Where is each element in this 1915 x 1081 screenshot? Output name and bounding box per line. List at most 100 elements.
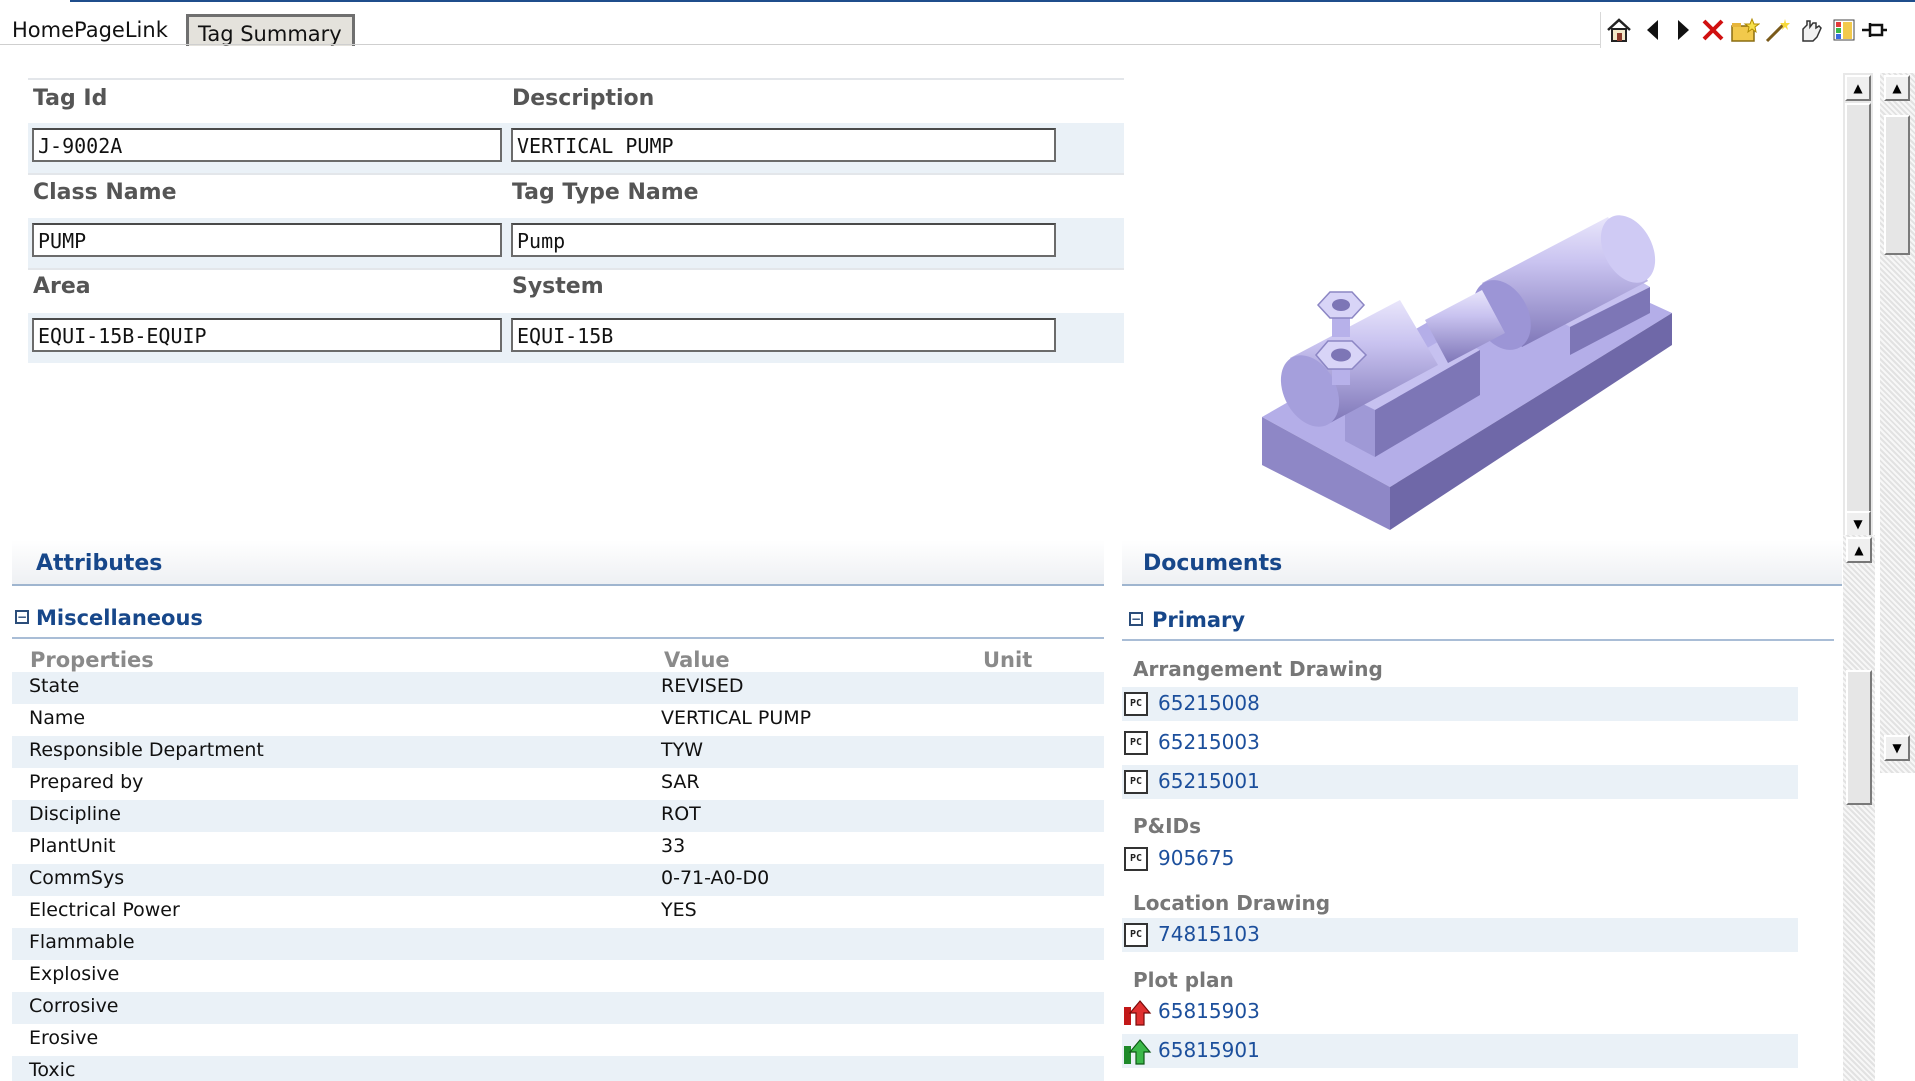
property-name: CommSys <box>29 867 125 889</box>
property-value: TYW <box>661 739 703 761</box>
collapse-icon[interactable]: − <box>1129 612 1143 626</box>
class-name-field[interactable]: PUMP <box>32 223 502 257</box>
scroll-down-button[interactable]: ▼ <box>1845 511 1871 537</box>
system-label: System <box>512 274 604 299</box>
document-row[interactable]: PC 65215001 <box>1122 765 1798 799</box>
toolbar <box>1600 12 1915 48</box>
magic-wand-icon[interactable] <box>1763 16 1793 44</box>
drawing-icon: PC <box>1124 770 1148 794</box>
tab-homepagelink[interactable]: HomePageLink <box>2 14 178 45</box>
drawing-icon: PC <box>1124 692 1148 716</box>
documents-scroll-up-button[interactable]: ▲ <box>1846 537 1872 563</box>
property-name: Electrical Power <box>29 899 180 921</box>
property-value: 33 <box>661 835 686 857</box>
value-column-header: Value <box>664 648 730 672</box>
table-row: Responsible Department TYW <box>12 736 1104 768</box>
document-link[interactable]: 905675 <box>1158 846 1234 870</box>
property-name: Erosive <box>29 1027 99 1049</box>
form-divider <box>28 268 1124 270</box>
description-label: Description <box>512 86 655 111</box>
miscellaneous-group-header[interactable]: − Miscellaneous <box>12 601 1104 639</box>
green-plot-icon <box>1122 1038 1152 1070</box>
system-field[interactable]: EQUI-15B <box>511 318 1056 352</box>
hand-icon[interactable] <box>1796 16 1826 44</box>
document-row[interactable]: PC 74815103 <box>1122 918 1798 952</box>
document-link[interactable]: 65815901 <box>1158 1038 1260 1062</box>
document-row[interactable]: 65815903 <box>1122 995 1798 1029</box>
table-row: Toxic <box>12 1056 1104 1081</box>
property-name: Responsible Department <box>29 739 264 761</box>
property-name: Prepared by <box>29 771 144 793</box>
scroll-up-button[interactable]: ▲ <box>1845 75 1871 101</box>
document-category: Plot plan <box>1133 968 1234 992</box>
property-name: PlantUnit <box>29 835 116 857</box>
unit-column-header: Unit <box>983 648 1033 672</box>
area-field[interactable]: EQUI-15B-EQUIP <box>32 318 502 352</box>
drawing-icon: PC <box>1124 731 1148 755</box>
documents-title: Documents <box>1143 551 1283 576</box>
page-scroll-up-button[interactable]: ▲ <box>1884 75 1910 101</box>
table-row: PlantUnit 33 <box>12 832 1104 864</box>
property-name: Corrosive <box>29 995 119 1017</box>
property-value: REVISED <box>661 675 744 697</box>
image-vertical-scrollbar[interactable]: ▲ ▼ <box>1843 73 1873 548</box>
documents-header: Documents <box>1122 540 1842 586</box>
property-name: State <box>29 675 80 697</box>
primary-group-header[interactable]: − Primary <box>1122 603 1834 641</box>
collapse-icon[interactable]: − <box>15 610 29 624</box>
page-scroll-down-button[interactable]: ▼ <box>1884 735 1910 761</box>
property-name: Name <box>29 707 86 729</box>
tag-id-field[interactable]: J-9002A <box>32 128 502 162</box>
back-icon[interactable] <box>1638 16 1668 44</box>
property-value: 0-71-A0-D0 <box>661 867 770 889</box>
primary-group-title: Primary <box>1152 608 1246 632</box>
drawing-icon: PC <box>1124 923 1148 947</box>
page-scroll-thumb[interactable] <box>1884 115 1910 255</box>
form-divider <box>28 173 1124 175</box>
home-icon[interactable] <box>1604 16 1634 44</box>
class-name-label: Class Name <box>33 180 177 205</box>
document-link[interactable]: 65215001 <box>1158 769 1260 793</box>
document-link[interactable]: 65215008 <box>1158 691 1260 715</box>
folder-star-icon[interactable] <box>1730 16 1760 44</box>
pump-3d-model-image <box>1220 195 1680 530</box>
tag-id-label: Tag Id <box>33 86 108 111</box>
documents-scroll-thumb[interactable] <box>1846 670 1872 805</box>
table-row: Erosive <box>12 1024 1104 1056</box>
table-row: CommSys 0-71-A0-D0 <box>12 864 1104 896</box>
property-name: Flammable <box>29 931 135 953</box>
page-vertical-scrollbar[interactable]: ▲ ▼ <box>1880 73 1915 773</box>
document-category: Location Drawing <box>1133 891 1331 915</box>
document-link[interactable]: 65815903 <box>1158 999 1260 1023</box>
property-name: Explosive <box>29 963 120 985</box>
description-field[interactable]: VERTICAL PUMP <box>511 128 1056 162</box>
document-link[interactable]: 65215003 <box>1158 730 1260 754</box>
table-row: Discipline ROT <box>12 800 1104 832</box>
document-row[interactable]: PC 905675 <box>1122 842 1798 876</box>
tag-type-name-field[interactable]: Pump <box>511 223 1056 257</box>
area-label: Area <box>33 274 91 299</box>
tab-tag-summary[interactable]: Tag Summary <box>186 14 355 46</box>
property-value: ROT <box>661 803 701 825</box>
pin-icon[interactable] <box>1859 16 1889 44</box>
table-row: Flammable <box>12 928 1104 960</box>
document-row[interactable]: PC 65215003 <box>1122 726 1798 760</box>
forward-icon[interactable] <box>1668 16 1698 44</box>
attributes-header: Attributes <box>12 540 1104 586</box>
top-border <box>70 0 1915 2</box>
property-name: Toxic <box>29 1059 76 1081</box>
close-icon[interactable] <box>1698 16 1728 44</box>
property-name: Discipline <box>29 803 121 825</box>
scroll-thumb[interactable] <box>1845 103 1871 548</box>
color-palette-icon[interactable] <box>1829 16 1859 44</box>
document-row[interactable]: PC 65215008 <box>1122 687 1798 721</box>
red-plot-icon <box>1122 999 1152 1031</box>
properties-column-header: Properties <box>30 648 154 672</box>
table-row: Electrical Power YES <box>12 896 1104 928</box>
property-value: VERTICAL PUMP <box>661 707 812 729</box>
document-row[interactable]: 65815901 <box>1122 1034 1798 1068</box>
documents-vertical-scrollbar[interactable]: ▲ <box>1843 535 1875 1081</box>
document-link[interactable]: 74815103 <box>1158 922 1260 946</box>
drawing-icon: PC <box>1124 847 1148 871</box>
table-row: Prepared by SAR <box>12 768 1104 800</box>
